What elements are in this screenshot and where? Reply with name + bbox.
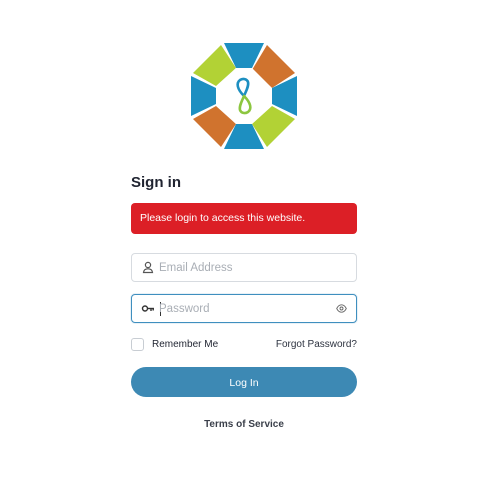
email-input[interactable] bbox=[159, 254, 329, 281]
person-icon bbox=[142, 261, 154, 274]
key-icon bbox=[141, 305, 154, 312]
terms-of-service-link[interactable]: Terms of Service bbox=[131, 419, 357, 430]
forgot-password-link[interactable]: Forgot Password? bbox=[276, 339, 357, 350]
sign-in-form: Sign in Please login to access this webs… bbox=[131, 172, 357, 430]
remember-me-label: Remember Me bbox=[152, 339, 219, 350]
remember-me[interactable]: Remember Me bbox=[131, 338, 218, 351]
options-row: Remember Me Forgot Password? bbox=[131, 337, 357, 352]
remember-me-checkbox[interactable] bbox=[131, 338, 144, 351]
password-field[interactable] bbox=[131, 294, 357, 323]
error-alert: Please login to access this website. bbox=[131, 203, 357, 234]
page-title: Sign in bbox=[131, 174, 181, 191]
login-button[interactable]: Log In bbox=[131, 367, 357, 397]
password-input[interactable] bbox=[159, 295, 329, 322]
alert-message: Please login to access this website. bbox=[140, 212, 306, 224]
login-page: Sign in Please login to access this webs… bbox=[0, 0, 500, 500]
octagon-logo bbox=[191, 43, 297, 149]
email-field[interactable] bbox=[131, 253, 357, 282]
eye-icon[interactable] bbox=[336, 304, 347, 313]
